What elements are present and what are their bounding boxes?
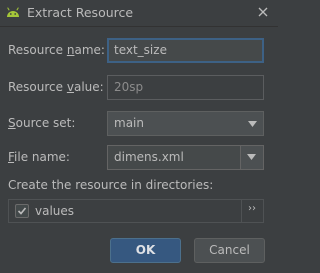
chevron-down-icon — [247, 154, 256, 160]
source-set-label: Source set: — [8, 116, 76, 130]
ok-button[interactable]: OK — [110, 238, 181, 263]
source-set-value: main — [114, 116, 144, 130]
resource-value-input[interactable]: 20sp — [107, 75, 264, 100]
checkmark-icon — [17, 207, 27, 215]
resource-value-label: Resource value: — [8, 80, 104, 94]
file-name-label: File name: — [8, 150, 70, 164]
chevron-down-icon — [248, 121, 257, 127]
directory-name: values — [35, 204, 75, 218]
directories-label: Create the resource in directories: — [8, 178, 214, 192]
resource-name-label: Resource name: — [8, 43, 105, 57]
resource-name-input[interactable]: text_size — [107, 38, 264, 63]
window-title: Extract Resource — [27, 5, 134, 20]
close-icon[interactable] — [254, 3, 272, 21]
directories-list: values ›› — [8, 199, 264, 223]
source-set-dropdown[interactable]: main — [107, 111, 264, 136]
file-name-dropdown-button[interactable] — [240, 146, 263, 169]
values-checkbox[interactable] — [15, 204, 29, 218]
android-icon — [7, 7, 19, 17]
title-bar: Extract Resource — [0, 0, 278, 27]
file-name-combobox[interactable]: dimens.xml — [107, 145, 264, 170]
file-name-value: dimens.xml — [114, 150, 184, 164]
cancel-button[interactable]: Cancel — [194, 238, 265, 263]
more-directories-button[interactable]: ›› — [241, 200, 263, 222]
